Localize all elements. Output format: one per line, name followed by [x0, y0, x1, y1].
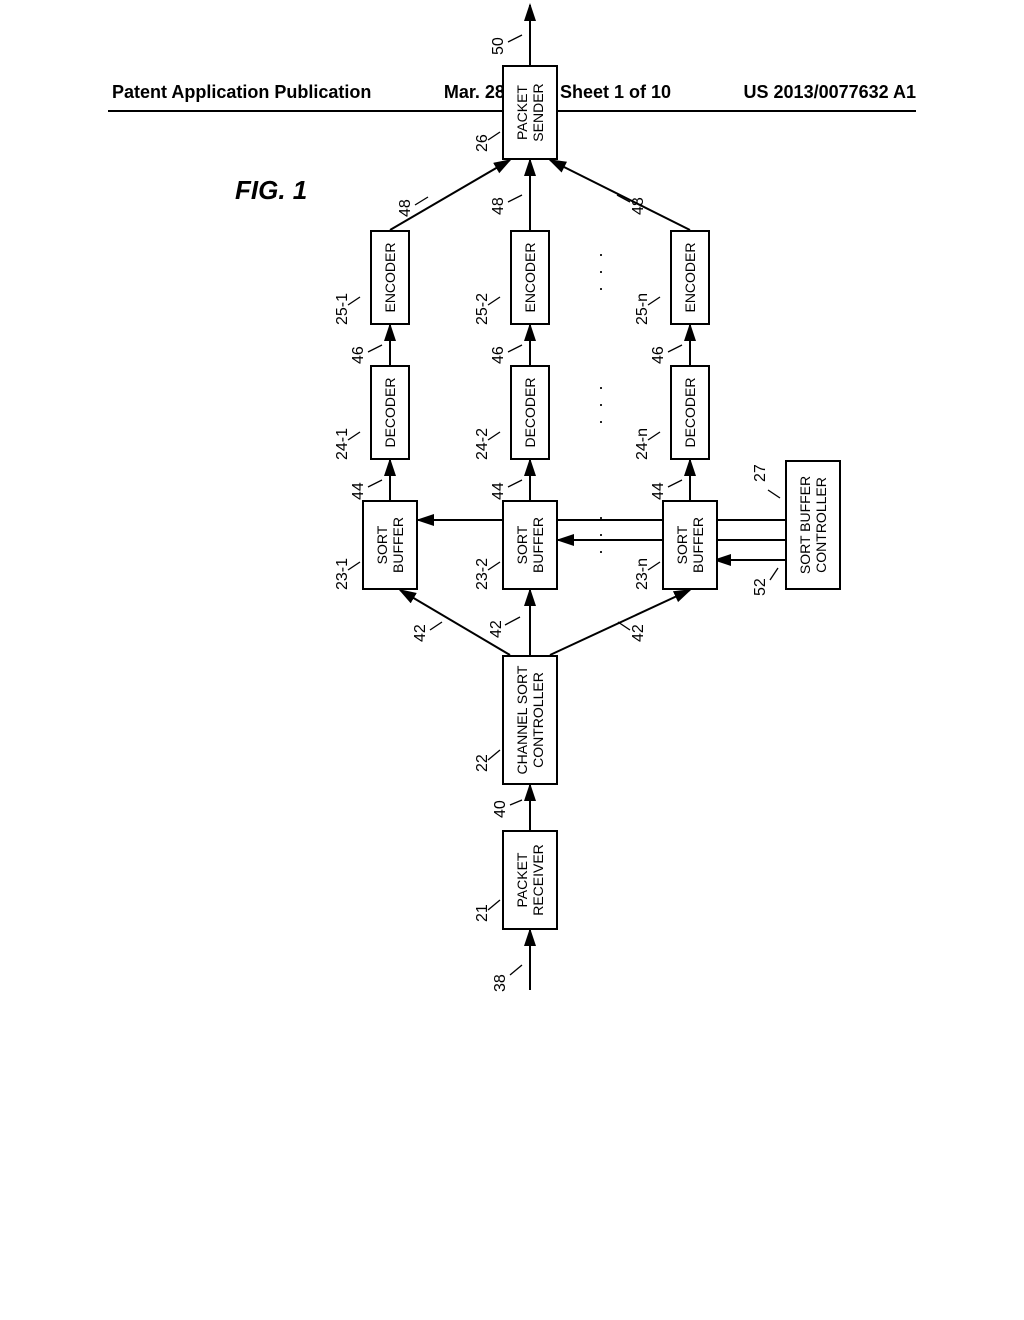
sort-buffer-controller-block: SORT BUFFER CONTROLLER: [785, 460, 841, 590]
decoder-2-num: 24-2: [474, 428, 492, 460]
packet-sender-block: PACKET SENDER: [502, 65, 558, 160]
header-left: Patent Application Publication: [112, 82, 371, 103]
connector-lines: [130, 160, 1024, 960]
ellipsis-decoder: · · ·: [590, 382, 611, 425]
sort-buffer-2-num: 23-2: [474, 558, 492, 590]
signal-42-a: 42: [412, 624, 430, 642]
encoder-2-block: ENCODER: [510, 230, 550, 325]
encoder-2-num: 25-2: [474, 293, 492, 325]
channel-sort-controller-num: 22: [474, 754, 492, 772]
sort-buffer-n-num: 23-n: [634, 558, 652, 590]
decoder-1-num: 24-1: [334, 428, 352, 460]
block-diagram: PACKET RECEIVER 21 CHANNEL SORT CONTROLL…: [130, 160, 1024, 960]
encoder-1-block: ENCODER: [370, 230, 410, 325]
sort-buffer-controller-num: 27: [752, 464, 770, 482]
signal-42-b: 42: [488, 620, 506, 638]
sort-buffer-1-block: SORT BUFFER: [362, 500, 418, 590]
ellipsis-sort: · · ·: [590, 512, 611, 555]
header-right: US 2013/0077632 A1: [744, 82, 916, 103]
encoder-n-block: ENCODER: [670, 230, 710, 325]
encoder-1-num: 25-1: [334, 293, 352, 325]
signal-48-c: 48: [630, 197, 648, 215]
signal-42-c: 42: [630, 624, 648, 642]
encoder-n-num: 25-n: [634, 293, 652, 325]
signal-46-c: 46: [650, 346, 668, 364]
packet-sender-num: 26: [474, 134, 492, 152]
signal-44-c: 44: [650, 482, 668, 500]
signal-44-a: 44: [350, 482, 368, 500]
packet-receiver-num: 21: [474, 904, 492, 922]
decoder-n-block: DECODER: [670, 365, 710, 460]
signal-46-b: 46: [490, 346, 508, 364]
decoder-1-block: DECODER: [370, 365, 410, 460]
signal-48-b: 48: [490, 197, 508, 215]
signal-52: 52: [752, 578, 770, 596]
decoder-2-block: DECODER: [510, 365, 550, 460]
channel-sort-controller-block: CHANNEL SORT CONTROLLER: [502, 655, 558, 785]
signal-38: 38: [492, 974, 510, 992]
sort-buffer-2-block: SORT BUFFER: [502, 500, 558, 590]
signal-50: 50: [490, 37, 508, 55]
signal-46-a: 46: [350, 346, 368, 364]
ellipsis-encoder: · · ·: [590, 249, 611, 292]
sort-buffer-n-block: SORT BUFFER: [662, 500, 718, 590]
sort-buffer-1-num: 23-1: [334, 558, 352, 590]
packet-receiver-block: PACKET RECEIVER: [502, 830, 558, 930]
page: Patent Application Publication Mar. 28, …: [0, 0, 1024, 1320]
signal-48-a: 48: [397, 199, 415, 217]
signal-40: 40: [492, 800, 510, 818]
decoder-n-num: 24-n: [634, 428, 652, 460]
signal-44-b: 44: [490, 482, 508, 500]
